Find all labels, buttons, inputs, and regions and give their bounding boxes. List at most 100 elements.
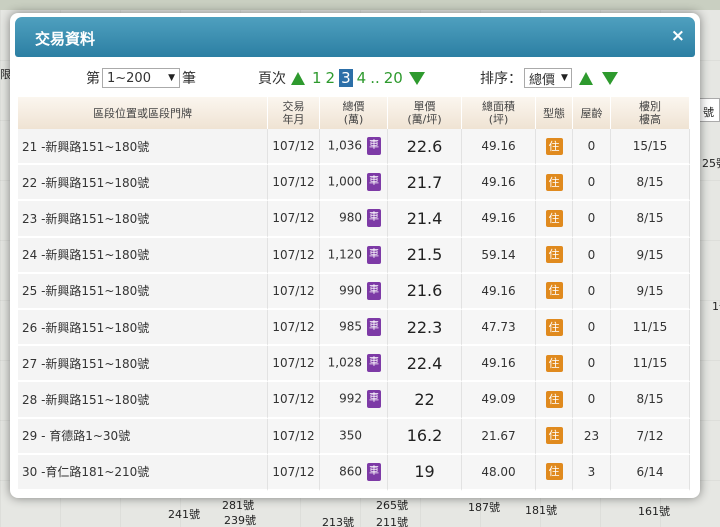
map-label: 265號 — [376, 499, 408, 512]
map-label: 號 — [703, 106, 714, 119]
range-suffix: 筆 — [182, 71, 196, 87]
total-price-cell: 992 車 — [320, 382, 388, 419]
total-price-cell: 1,120 車 — [320, 237, 388, 274]
map-label: 181號 — [525, 504, 557, 517]
total-price-value: 1,036 — [327, 138, 362, 153]
residential-type-icon: 住 — [545, 246, 563, 264]
page-link-current[interactable]: 3 — [339, 69, 353, 87]
area-cell: 59.14 — [462, 237, 536, 274]
area-cell: 21.67 — [462, 418, 536, 455]
type-cell: 住 — [536, 273, 573, 310]
map-label: 1號 — [712, 300, 720, 313]
address-cell: 23 -新興路151~180號 — [18, 201, 268, 238]
table-row[interactable]: 23 -新興路151~180號 107/12 980 車 21.4 49.16 住 0 8/15 — [18, 201, 690, 238]
range-prefix: 第 — [86, 71, 100, 87]
address-cell: 30 -育仁路181~210號 — [18, 454, 268, 491]
parking-badge-icon: 車 — [367, 354, 381, 373]
floor-cell: 7/12 — [611, 418, 690, 455]
total-price-value: 1,120 — [327, 247, 362, 262]
residential-type-icon: 住 — [545, 209, 563, 227]
area-cell: 47.73 — [462, 309, 536, 347]
table-row[interactable]: 26 -新興路151~180號 107/12 985 車 22.3 47.73 住 0 11/1… — [18, 309, 690, 347]
unit-price-cell: 22.3 — [388, 309, 462, 347]
header-col-date[interactable]: 交易 年月 — [268, 97, 320, 129]
header-col-area[interactable]: 總面積 (坪) — [462, 97, 536, 129]
parking-badge-icon: 車 — [367, 318, 381, 337]
pagination: 頁次 1 2 3 4 .. 20 — [258, 68, 429, 88]
table-row[interactable]: 27 -新興路151~180號 107/12 1,028 車 22.4 49.16 住 0 11… — [18, 346, 690, 383]
total-price-cell: 985 車 — [320, 309, 388, 347]
table-row[interactable]: 28 -新興路151~180號 107/12 992 車 22 49.09 住 0 8/15 — [18, 382, 690, 419]
table-row[interactable]: 24 -新興路151~180號 107/12 1,120 車 21.5 59.14 住 0 9/… — [18, 237, 690, 274]
parking-badge-icon: 車 — [367, 209, 381, 228]
date-cell: 107/12 — [268, 273, 320, 310]
dropdown-arrow-icon: ▼ — [561, 73, 568, 83]
table-row[interactable]: 29 - 育德路1~30號 107/12 350 16.2 21.67 住 23 7/12 — [18, 418, 690, 455]
next-page-icon[interactable] — [408, 71, 425, 85]
parking-badge-icon: 車 — [367, 390, 381, 409]
table-row[interactable]: 30 -育仁路181~210號 107/12 860 車 19 48.00 住 3 6/14 — [18, 454, 690, 491]
date-cell: 107/12 — [268, 129, 320, 166]
residential-type-icon: 住 — [545, 282, 563, 300]
page-link-4[interactable]: 4 — [357, 69, 367, 87]
address-cell: 21 -新興路151~180號 — [18, 129, 268, 166]
page-label: 頁次 — [258, 71, 286, 87]
header-col-address[interactable]: 區段位置或區段門牌 — [18, 97, 268, 129]
area-cell: 49.16 — [462, 129, 536, 166]
total-price-value: 1,028 — [327, 355, 362, 370]
header-col-age[interactable]: 屋齡 — [573, 97, 611, 129]
unit-price-cell: 21.5 — [388, 237, 462, 274]
map-label: 213號 — [322, 516, 354, 527]
page-link-1[interactable]: 1 — [312, 69, 322, 87]
floor-cell: 8/15 — [611, 201, 690, 238]
floor-cell: 9/15 — [611, 237, 690, 274]
table-row[interactable]: 22 -新興路151~180號 107/12 1,000 車 21.7 49.16 住 0 8/… — [18, 165, 690, 202]
age-cell: 0 — [573, 237, 611, 274]
parking-badge-icon: 車 — [367, 462, 381, 481]
page-link-last[interactable]: 20 — [384, 69, 403, 87]
sort-ascending-icon[interactable] — [579, 71, 593, 85]
page-link-2[interactable]: 2 — [326, 69, 336, 87]
type-cell: 住 — [536, 309, 573, 347]
total-price-cell: 990 車 — [320, 273, 388, 310]
prev-page-icon[interactable] — [291, 71, 305, 85]
map-label: 239號 — [224, 514, 256, 527]
area-cell: 49.16 — [462, 346, 536, 383]
residential-type-icon: 住 — [545, 463, 563, 481]
header-col-floor[interactable]: 樓別 樓高 — [611, 97, 690, 129]
sort-select[interactable]: 總價 ▼ — [524, 68, 572, 88]
table-row[interactable]: 25 -新興路151~180號 107/12 990 車 21.6 49.16 住 0 9/15 — [18, 273, 690, 310]
type-cell: 住 — [536, 129, 573, 166]
date-cell: 107/12 — [268, 418, 320, 455]
total-price-cell: 860 車 — [320, 454, 388, 491]
close-icon[interactable]: × — [671, 26, 685, 46]
age-cell: 0 — [573, 129, 611, 166]
map-label: 187號 — [468, 501, 500, 514]
floor-cell: 6/14 — [611, 454, 690, 491]
header-col-unit[interactable]: 單價 (萬/坪) — [388, 97, 462, 129]
residential-type-icon: 住 — [545, 173, 563, 191]
age-cell: 0 — [573, 382, 611, 419]
table-row[interactable]: 21 -新興路151~180號 107/12 1,036 車 22.6 49.16 住 0 15… — [18, 129, 690, 166]
age-cell: 3 — [573, 454, 611, 491]
total-price-value: 990 — [339, 283, 362, 298]
header-col-type[interactable]: 型態 — [536, 97, 573, 129]
floor-cell: 8/15 — [611, 165, 690, 202]
parking-badge-icon — [367, 427, 381, 445]
map-label: 241號 — [168, 508, 200, 521]
date-cell: 107/12 — [268, 309, 320, 347]
address-cell: 24 -新興路151~180號 — [18, 237, 268, 274]
date-cell: 107/12 — [268, 346, 320, 383]
map-label: 281號 — [222, 499, 254, 512]
sort-descending-icon[interactable] — [602, 71, 618, 85]
floor-cell: 11/15 — [611, 346, 690, 383]
total-price-value: 992 — [339, 391, 362, 406]
sort-label: 排序： — [480, 71, 522, 87]
total-price-value: 985 — [339, 319, 362, 334]
type-cell: 住 — [536, 382, 573, 419]
dropdown-arrow-icon: ▼ — [168, 73, 175, 83]
floor-cell: 11/15 — [611, 309, 690, 347]
transaction-dialog: 交易資料 × 第 1~200 ▼ 筆 頁次 1 2 3 4 .. 20 排序： … — [10, 13, 700, 498]
range-select[interactable]: 1~200 ▼ — [102, 68, 180, 88]
header-col-total[interactable]: 總價 (萬) — [320, 97, 388, 129]
